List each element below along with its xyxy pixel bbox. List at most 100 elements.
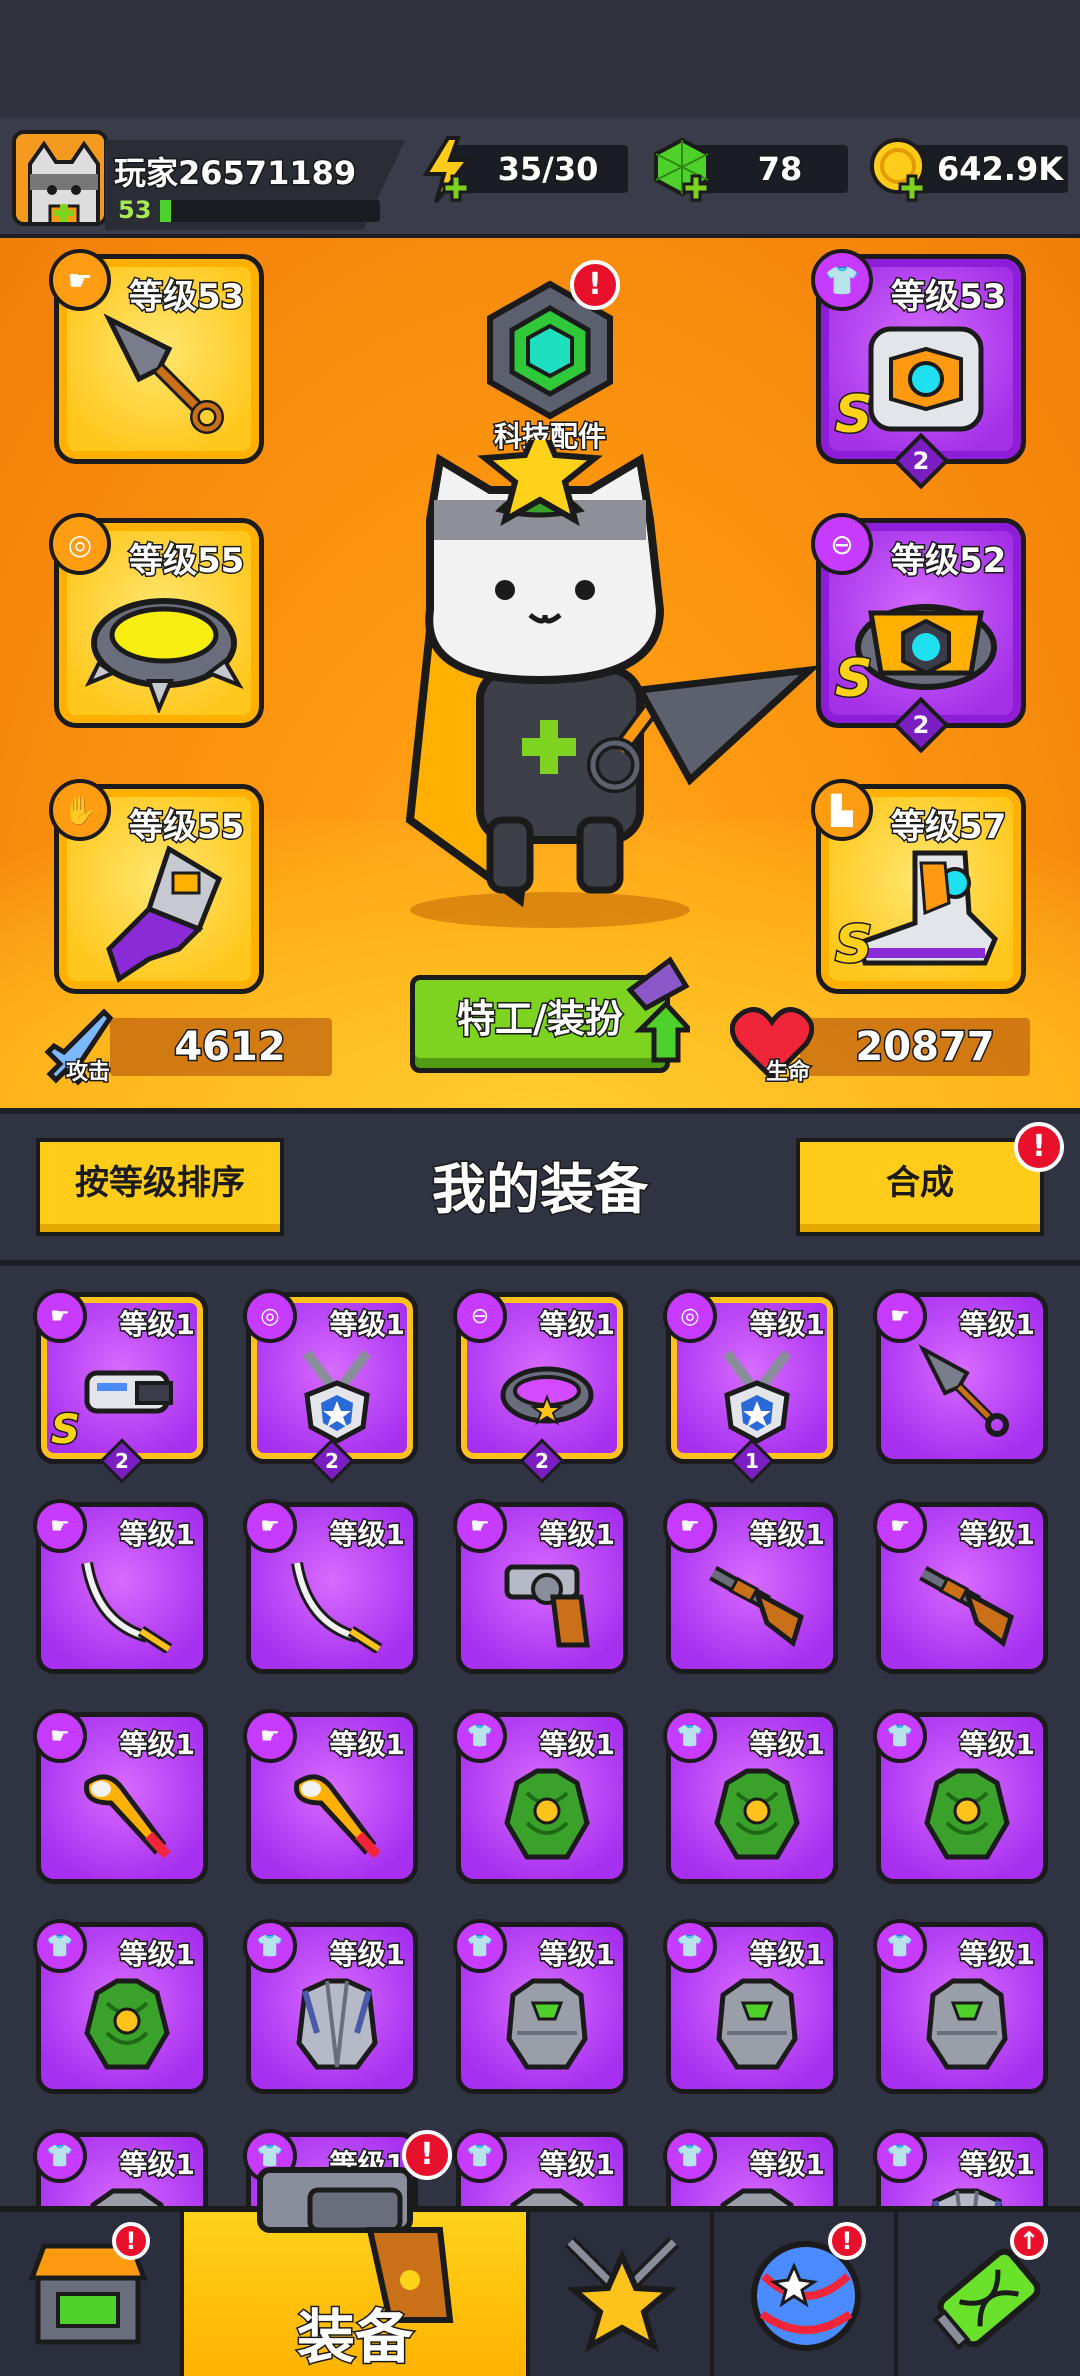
weapon-icon: ☛	[243, 1709, 297, 1763]
weapon-icon: ☛	[873, 1499, 927, 1553]
weapon-icon: ☛	[453, 1499, 507, 1553]
equipment-card-level: 等级1	[118, 1517, 197, 1553]
armor-icon: 👕	[33, 1919, 87, 1973]
bat-art	[294, 1774, 381, 1859]
gem-value: 78	[756, 149, 804, 190]
equipment-card-level: 等级1	[958, 1517, 1037, 1553]
glove-slot[interactable]: ✋ 等级55	[49, 779, 264, 994]
equipment-card-level: 等级1	[118, 1727, 197, 1763]
necklace-icon: ◎	[243, 1289, 297, 1343]
equipment-card-level: 等级1	[958, 2147, 1037, 2183]
equipment-card-level: 等级1	[958, 1727, 1037, 1763]
equipment-card[interactable]: ☛ 等级1	[453, 1499, 628, 1674]
kunai-art	[918, 1344, 1009, 1437]
energy-value: 35/30	[496, 149, 600, 190]
armor-icon: 👕	[811, 249, 873, 311]
weapon-icon: ☛	[33, 1499, 87, 1553]
boot-slot[interactable]: ▙ 等级57 S	[811, 779, 1026, 994]
equipment-card[interactable]: ☛ 等级1	[33, 1499, 208, 1674]
belt-slot[interactable]: ⊖ 等级52 S 2	[811, 513, 1026, 754]
shop-alert-icon: !	[112, 2222, 150, 2260]
player-name: 玩家26571189	[112, 153, 357, 194]
weapon-icon: ☛	[33, 1709, 87, 1763]
weapon-icon: ☛	[33, 1289, 87, 1343]
equipment-card[interactable]: ⊖ 等级1 2	[453, 1289, 628, 1484]
equipment-card-level: 等级1	[118, 2147, 197, 2183]
necklace-slot[interactable]: ◎ 等级55	[49, 513, 264, 728]
leaf-armor-art	[924, 1768, 1010, 1860]
shop-tab[interactable]: !	[0, 2212, 184, 2376]
armor-icon: 👕	[873, 2129, 927, 2183]
shotgun-art	[919, 1566, 1014, 1648]
player-avatar[interactable]	[12, 130, 108, 226]
lab-tab[interactable]: ↑	[898, 2212, 1080, 2376]
energy-icon[interactable]	[418, 136, 478, 206]
badge-necklace-art	[723, 1350, 791, 1443]
equipment-card-level: 等级1	[328, 1517, 407, 1553]
equipment-card-rank: 1	[745, 1449, 759, 1473]
equipment-card[interactable]: ☛ 等级1	[873, 1499, 1048, 1674]
world-tab[interactable]: !	[714, 2212, 898, 2376]
spiked-collar-art	[84, 598, 244, 713]
equipment-card[interactable]: ☛ 等级1	[873, 1289, 1048, 1464]
equipment-card[interactable]: 👕 等级1	[453, 1919, 628, 2094]
equipment-title: 我的装备	[431, 1157, 650, 1223]
equipment-card-level: 等级1	[958, 1937, 1037, 1973]
equipment-card[interactable]: 👕 等级1	[453, 1709, 628, 1884]
attack-label: 攻击	[64, 1059, 111, 1087]
equipment-card[interactable]: ☛ 等级1	[663, 1499, 838, 1674]
equipment-card-level: 等级1	[328, 1307, 407, 1343]
weapon-icon: ☛	[49, 249, 111, 311]
equipment-card[interactable]: 👕 等级1	[663, 1919, 838, 2094]
armor-icon: 👕	[453, 1919, 507, 1973]
hp-label: 生命	[764, 1059, 811, 1087]
equipment-card-level: 等级1	[328, 1937, 407, 1973]
xp-bar	[160, 200, 380, 222]
armor-icon: 👕	[33, 2129, 87, 2183]
equipment-card-level: 等级1	[538, 1937, 617, 1973]
equipment-card[interactable]: 👕 等级1	[873, 1919, 1048, 2094]
equipment-card[interactable]: 👕 等级1	[243, 1919, 418, 2094]
equipment-card-level: 等级1	[118, 1937, 197, 1973]
mech-armor-art	[868, 326, 984, 432]
armor-icon: 👕	[453, 2129, 507, 2183]
gold-value: 642.9K	[935, 149, 1064, 190]
glove-icon: ✋	[49, 779, 111, 841]
stone-armor-art	[506, 1978, 588, 2070]
bat-art	[84, 1774, 171, 1859]
equipment-card[interactable]: 👕 等级1	[33, 1919, 208, 2094]
belt-grade: S	[833, 648, 873, 711]
gem-icon[interactable]	[652, 136, 716, 206]
boot-grade: S	[833, 914, 873, 977]
leaf-armor-art	[504, 1768, 590, 1860]
belt-rank: 2	[912, 711, 930, 739]
armor-icon: 👕	[663, 1709, 717, 1763]
boot-icon: ▙	[811, 779, 873, 841]
equipment-card[interactable]: ☛ 等级1	[243, 1709, 418, 1884]
weapon-icon: ☛	[663, 1499, 717, 1553]
equipment-card[interactable]: 👕 等级1	[873, 1709, 1048, 1884]
battle-tab[interactable]	[530, 2212, 714, 2376]
weapon-slot[interactable]: ☛ 等级53	[49, 249, 264, 464]
equipment-card[interactable]: ☛ 等级1	[243, 1499, 418, 1674]
equipment-card[interactable]: ◎ 等级1 1	[663, 1289, 838, 1484]
equipment-card-level: 等级1	[538, 1517, 617, 1553]
armor-slot[interactable]: 👕 等级53 S 2	[811, 249, 1026, 490]
equipment-card-level: 等级1	[748, 1307, 827, 1343]
equipment-card-level: 等级1	[958, 1307, 1037, 1343]
leaf-armor-art	[84, 1978, 170, 2070]
merge-label: 合成	[886, 1163, 954, 1203]
equipment-card[interactable]: ☛ 等级1 S 2	[33, 1289, 208, 1484]
equipment-card[interactable]: ☛ 等级1	[33, 1709, 208, 1884]
armor-icon: 👕	[873, 1709, 927, 1763]
laser-gun-art	[84, 1370, 173, 1414]
gold-coin-icon[interactable]	[868, 136, 932, 206]
revolver-art	[504, 1564, 590, 1648]
armor-icon: 👕	[873, 1919, 927, 1973]
necklace-icon: ◎	[663, 1289, 717, 1343]
katana-art	[81, 1561, 173, 1653]
xp-bar-fill	[160, 200, 171, 222]
equipment-card[interactable]: ◎ 等级1 2	[243, 1289, 418, 1484]
equipment-card[interactable]: 👕 等级1	[663, 1709, 838, 1884]
equipment-card-level: 等级1	[118, 1307, 197, 1343]
